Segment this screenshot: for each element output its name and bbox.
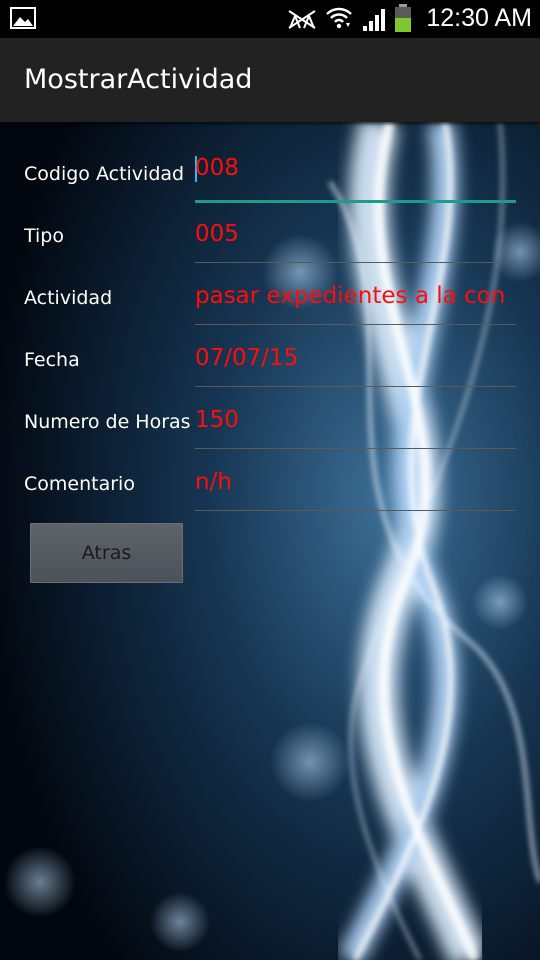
value-numero-de-horas: 150 <box>195 407 239 433</box>
no-signal-icon <box>288 10 316 29</box>
label-actividad: Actividad <box>24 287 113 309</box>
input-fecha[interactable]: 07/07/15 <box>195 344 516 387</box>
row-codigo-actividad: Codigo Actividad 008 <box>0 150 540 212</box>
gallery-icon <box>10 7 36 29</box>
label-tipo: Tipo <box>24 225 64 247</box>
value-codigo-actividad: 008 <box>195 155 239 181</box>
row-tipo: Tipo 005 <box>0 212 540 274</box>
value-fecha: 07/07/15 <box>195 345 299 371</box>
status-bar: 12:30 AM <box>0 0 540 38</box>
row-fecha: Fecha 07/07/15 <box>0 336 540 398</box>
label-codigo-actividad: Codigo Actividad <box>24 163 185 185</box>
label-numero-de-horas: Numero de Horas <box>24 411 191 433</box>
label-fecha: Fecha <box>24 349 80 371</box>
content-area: Codigo Actividad 008 Tipo 005 Actividad … <box>0 122 540 960</box>
input-numero-de-horas[interactable]: 150 <box>195 406 516 449</box>
value-actividad: pasar expedientes a la con <box>195 283 506 309</box>
wifi-icon <box>326 7 352 29</box>
row-numero-de-horas: Numero de Horas 150 <box>0 398 540 460</box>
status-time: 12:30 AM <box>426 4 532 32</box>
input-tipo[interactable]: 005 <box>195 220 516 263</box>
battery-icon <box>395 4 411 32</box>
label-comentario: Comentario <box>24 473 135 495</box>
back-button[interactable]: Atras <box>30 523 183 583</box>
input-comentario[interactable]: n/h <box>195 468 516 511</box>
screen: 12:30 AM MostrarActividad Codigo Activid… <box>0 0 540 960</box>
input-actividad[interactable]: pasar expedientes a la con <box>195 282 516 325</box>
app-title: MostrarActividad <box>24 64 253 95</box>
row-comentario: Comentario n/h <box>0 460 540 522</box>
row-actividad: Actividad pasar expedientes a la con <box>0 274 540 336</box>
value-tipo: 005 <box>195 221 239 247</box>
cell-signal-icon <box>363 9 385 31</box>
input-codigo-actividad[interactable]: 008 <box>195 154 516 203</box>
value-comentario: n/h <box>195 469 232 495</box>
action-bar: MostrarActividad <box>0 38 540 122</box>
